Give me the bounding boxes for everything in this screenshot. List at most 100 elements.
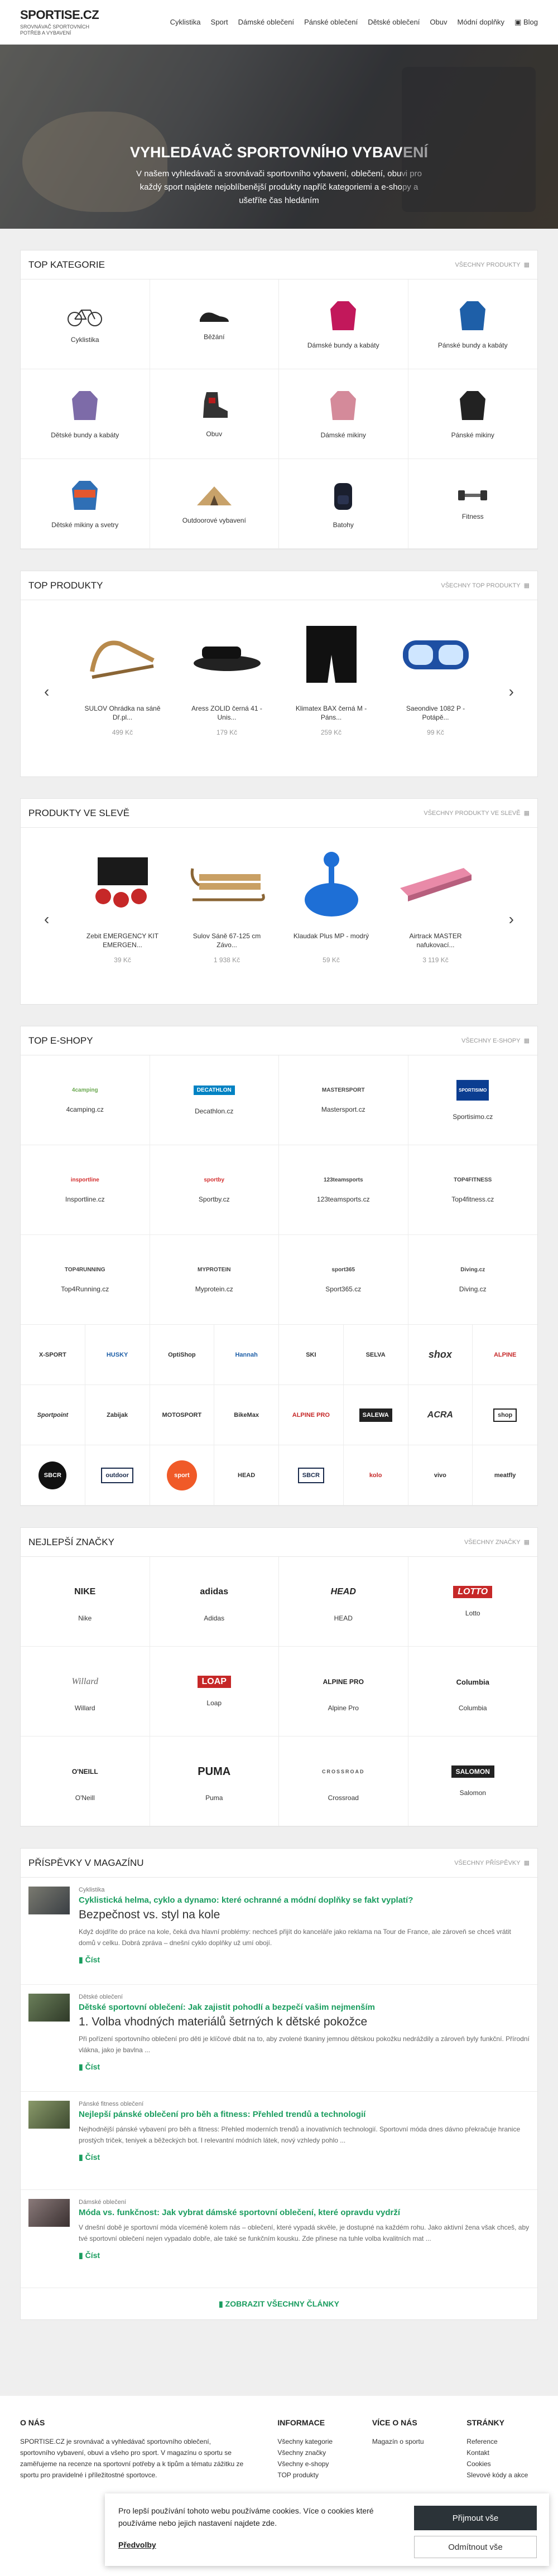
nav-panske-obleceni[interactable]: Pánské oblečení (304, 18, 358, 26)
show-all-articles-button[interactable]: ▮ ZOBRAZIT VŠECHNY ČLÁNKY (21, 2288, 537, 2319)
carousel-prev-arrow-icon[interactable]: ‹ (44, 683, 49, 701)
article-category[interactable]: Dámské oblečení (79, 2199, 530, 2206)
footer-link[interactable]: Všechny e-shopy (277, 2458, 338, 2469)
article-title[interactable]: Nejlepší pánské oblečení pro běh a fitne… (79, 2110, 530, 2119)
article-title[interactable]: Dětské sportovní oblečení: Jak zajistit … (79, 2003, 530, 2012)
eshop-logo-tile[interactable]: SALEWA (343, 1385, 408, 1445)
product-card[interactable]: Klimatex BAX černá M - Páns... 259 Kč (291, 616, 372, 736)
eshop-item[interactable]: sportby Sportby.cz (150, 1145, 279, 1235)
eshop-item[interactable]: MASTERSPORT Mastersport.cz (279, 1055, 408, 1145)
footer-link[interactable]: Kontakt (466, 2447, 538, 2458)
all-eshops-link[interactable]: VŠECHNY E-SHOPY ▦ (461, 1037, 530, 1045)
nav-modni-doplnky[interactable]: Módní doplňky (458, 18, 505, 26)
category-item[interactable]: Dětské mikiny a svetry (21, 459, 150, 549)
article-category[interactable]: Dětské oblečení (79, 1994, 530, 2000)
article-title[interactable]: Cyklistická helma, cyklo a dynamo: které… (79, 1895, 530, 1905)
eshop-logo-tile[interactable]: kolo (343, 1445, 408, 1506)
eshop-logo-tile[interactable]: MOTOSPORT (150, 1385, 215, 1445)
category-item[interactable]: Fitness (408, 459, 537, 549)
eshop-logo-tile[interactable]: Zabijak (85, 1385, 150, 1445)
article-thumbnail[interactable] (28, 1887, 70, 1914)
footer-link[interactable]: Reference (466, 2436, 538, 2447)
carousel-next-arrow-icon[interactable]: › (509, 910, 514, 928)
category-item[interactable]: Dámské mikiny (279, 369, 408, 459)
eshop-logo-tile[interactable]: ALPINE PRO (279, 1385, 344, 1445)
eshop-logo-tile[interactable]: vivo (408, 1445, 473, 1506)
eshop-item[interactable]: 123teamsports 123teamsports.cz (279, 1145, 408, 1235)
footer-link[interactable]: Slevové kódy a akce (466, 2469, 538, 2481)
brand-item[interactable]: adidas Adidas (150, 1557, 279, 1647)
eshop-logo-tile[interactable]: shox (408, 1325, 473, 1385)
product-card[interactable]: Saeondive 1082 P - Potápě... 99 Kč (395, 616, 476, 736)
read-more-link[interactable]: ▮ Číst (79, 2062, 530, 2072)
read-more-link[interactable]: ▮ Číst (79, 1955, 530, 1965)
category-item[interactable]: Pánské bundy a kabáty (408, 279, 537, 369)
footer-link[interactable]: Všechny značky (277, 2447, 338, 2458)
eshop-logo-tile[interactable]: Sportpoint (21, 1385, 85, 1445)
article-title[interactable]: Móda vs. funkčnost: Jak vybrat dámské sp… (79, 2208, 530, 2217)
footer-link[interactable]: Všechny kategorie (277, 2436, 338, 2447)
carousel-next-arrow-icon[interactable]: › (509, 683, 514, 701)
brand-item[interactable]: SALOMON Salomon (408, 1736, 537, 1826)
category-item[interactable]: Outdoorové vybavení (150, 459, 279, 549)
product-card[interactable]: Airtrack MASTER nafukovací... 3 119 Kč (395, 843, 476, 964)
category-item[interactable]: Cyklistika (21, 279, 150, 369)
carousel-prev-arrow-icon[interactable]: ‹ (44, 910, 49, 928)
brand-item[interactable]: HEAD HEAD (279, 1557, 408, 1647)
eshop-logo-tile[interactable]: ACRA (408, 1385, 473, 1445)
product-card[interactable]: Klaudak Plus MP - modrý 59 Kč (291, 843, 372, 964)
accept-all-button[interactable]: Přijmout vše (414, 2506, 537, 2530)
category-item[interactable]: Dětské bundy a kabáty (21, 369, 150, 459)
nav-obuv[interactable]: Obuv (430, 18, 447, 26)
eshop-logo-tile[interactable]: SKI (279, 1325, 344, 1385)
eshop-item[interactable]: DECATHLON Decathlon.cz (150, 1055, 279, 1145)
brand-item[interactable]: Columbia Columbia (408, 1647, 537, 1736)
article-thumbnail[interactable] (28, 2199, 70, 2227)
nav-blog[interactable]: ▣ Blog (514, 18, 538, 27)
article-category[interactable]: Cyklistika (79, 1887, 530, 1893)
eshop-item[interactable]: SPORTISIMO Sportisimo.cz (408, 1055, 537, 1145)
nav-damske-obleceni[interactable]: Dámské oblečení (238, 18, 294, 26)
category-item[interactable]: Obuv (150, 369, 279, 459)
product-card[interactable]: Aress ZOLID černá 41 - Unis... 179 Kč (186, 616, 267, 736)
all-products-link[interactable]: VŠECHNY PRODUKTY ▦ (455, 261, 530, 269)
eshop-logo-tile[interactable]: OptiShop (150, 1325, 215, 1385)
eshop-item[interactable]: insportline Insportline.cz (21, 1145, 150, 1235)
eshop-logo-tile[interactable]: BikeMax (214, 1385, 279, 1445)
eshop-logo-tile[interactable]: SBCR (21, 1445, 85, 1506)
product-card[interactable]: Sulov Sáně 67-125 cm Závo... 1 938 Kč (186, 843, 267, 964)
eshop-logo-tile[interactable]: X-SPORT (21, 1325, 85, 1385)
logo[interactable]: SPORTISE.CZ SROVNÁVAČ SPORTOVNÍCH POTŘEB… (20, 8, 99, 36)
eshop-item[interactable]: Diving.cz Diving.cz (408, 1235, 537, 1325)
eshop-logo-tile[interactable]: meatfly (473, 1445, 537, 1506)
all-brands-link[interactable]: VŠECHNY ZNAČKY ▦ (464, 1538, 530, 1546)
all-sale-products-link[interactable]: VŠECHNY PRODUKTY VE SLEVĚ ▦ (424, 809, 530, 817)
brand-item[interactable]: PUMA Puma (150, 1736, 279, 1826)
article-thumbnail[interactable] (28, 2101, 70, 2129)
eshop-logo-tile[interactable]: sport (150, 1445, 215, 1506)
product-card[interactable]: SULOV Ohrádka na sáně Dř.pl... 499 Kč (82, 616, 163, 736)
eshop-item[interactable]: sport365 Sport365.cz (279, 1235, 408, 1325)
category-item[interactable]: Pánské mikiny (408, 369, 537, 459)
nav-detske-obleceni[interactable]: Dětské oblečení (368, 18, 420, 26)
eshop-logo-tile[interactable]: SELVA (343, 1325, 408, 1385)
nav-cyklistika[interactable]: Cyklistika (170, 18, 201, 26)
all-top-products-link[interactable]: VŠECHNY TOP PRODUKTY ▦ (441, 582, 530, 590)
footer-link[interactable]: Cookies (466, 2458, 538, 2469)
eshop-logo-tile[interactable]: ALPINE (473, 1325, 537, 1385)
brand-item[interactable]: O'NEILL O'Neill (21, 1736, 150, 1826)
category-item[interactable]: Dámské bundy a kabáty (279, 279, 408, 369)
read-more-link[interactable]: ▮ Číst (79, 2153, 530, 2162)
eshop-item[interactable]: 4camping 4camping.cz (21, 1055, 150, 1145)
all-posts-link[interactable]: VŠECHNY PŘÍSPĚVKY ▦ (454, 1859, 530, 1867)
category-item[interactable]: Běžání (150, 279, 279, 369)
eshop-logo-tile[interactable]: HUSKY (85, 1325, 150, 1385)
article-category[interactable]: Pánské fitness oblečení (79, 2101, 530, 2107)
brand-item[interactable]: ALPINE PRO Alpine Pro (279, 1647, 408, 1736)
eshop-logo-tile[interactable]: Hannah (214, 1325, 279, 1385)
footer-link[interactable]: Magazín o sportu (372, 2436, 433, 2447)
nav-sport[interactable]: Sport (211, 18, 228, 26)
category-item[interactable]: Batohy (279, 459, 408, 549)
product-card[interactable]: Zebit EMERGENCY KIT EMERGEN... 39 Kč (82, 843, 163, 964)
eshop-logo-tile[interactable]: shop (473, 1385, 537, 1445)
